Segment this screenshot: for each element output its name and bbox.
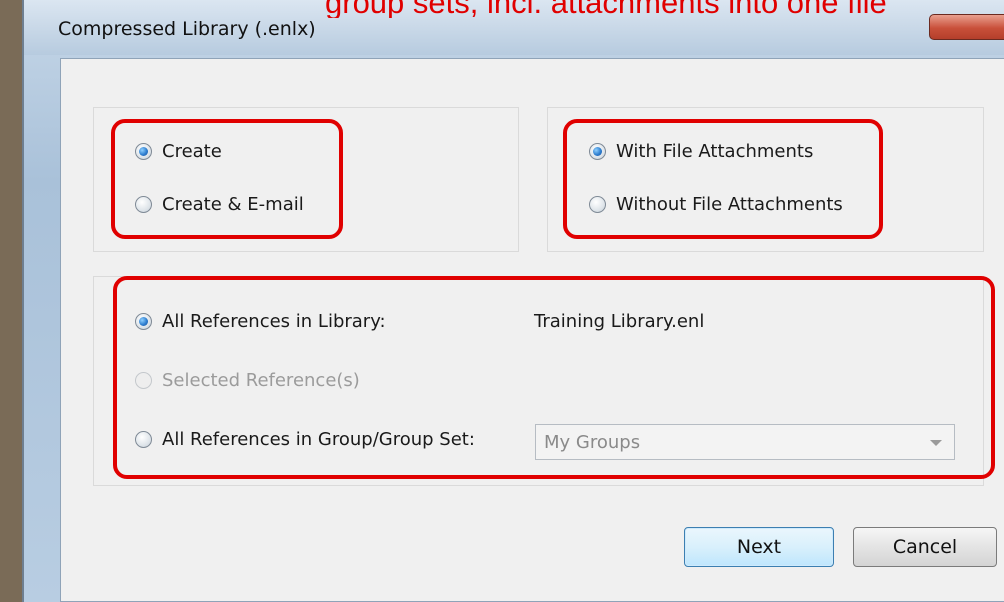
- group-references-radio[interactable]: [135, 431, 152, 448]
- create-email-option[interactable]: Create & E-mail: [135, 194, 304, 215]
- all-references-label: All References in Library:: [162, 311, 386, 332]
- cancel-button[interactable]: Cancel: [853, 527, 997, 567]
- next-button[interactable]: Next: [684, 527, 834, 567]
- create-label: Create: [162, 141, 222, 162]
- without-attachments-option[interactable]: Without File Attachments: [589, 194, 843, 215]
- without-attachments-radio[interactable]: [589, 196, 606, 213]
- chevron-down-icon: [930, 440, 942, 446]
- dialog-client-area: Create Create & E-mail With File Attachm…: [60, 58, 1004, 602]
- dialog-window: Compressed Library (.enlx) Create Create…: [22, 0, 1004, 602]
- create-option[interactable]: Create: [135, 141, 222, 162]
- window-title: Compressed Library (.enlx): [58, 18, 316, 40]
- with-attachments-radio[interactable]: [589, 143, 606, 160]
- selected-references-label: Selected Reference(s): [162, 370, 360, 391]
- create-email-radio[interactable]: [135, 196, 152, 213]
- group-references-option[interactable]: All References in Group/Group Set:: [135, 429, 475, 450]
- selected-references-radio: [135, 372, 152, 389]
- group-references-label: All References in Group/Group Set:: [162, 429, 475, 450]
- without-attachments-label: Without File Attachments: [616, 194, 843, 215]
- with-attachments-option[interactable]: With File Attachments: [589, 141, 813, 162]
- create-email-label: Create & E-mail: [162, 194, 304, 215]
- create-radio[interactable]: [135, 143, 152, 160]
- with-attachments-label: With File Attachments: [616, 141, 814, 162]
- library-name: Training Library.enl: [534, 311, 705, 332]
- all-references-radio[interactable]: [135, 313, 152, 330]
- all-references-option[interactable]: All References in Library:: [135, 311, 386, 332]
- group-select-value: My Groups: [544, 432, 641, 453]
- selected-references-option: Selected Reference(s): [135, 370, 360, 391]
- mode-group: [93, 107, 519, 252]
- group-select[interactable]: My Groups: [535, 424, 955, 460]
- annotation-caption: group sets, incl. attachments into one f…: [325, 0, 887, 18]
- attachments-group: [547, 107, 984, 252]
